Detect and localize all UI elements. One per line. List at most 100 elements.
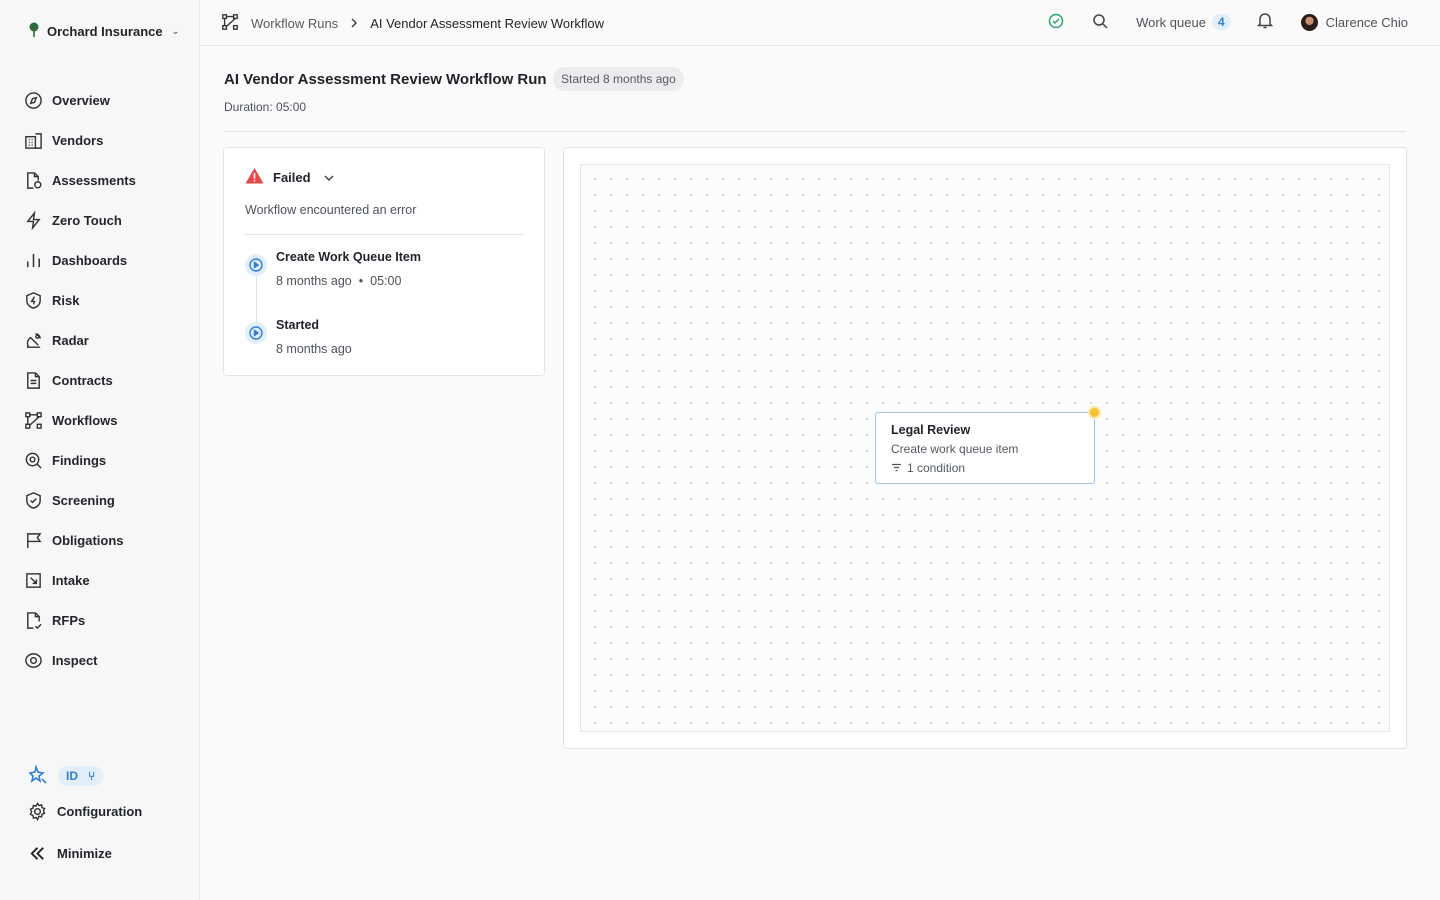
- bolt-icon: [26, 210, 41, 230]
- timeline-item-time: 8 months ago: [276, 274, 352, 288]
- sidebar-item-label: Vendors: [52, 132, 104, 148]
- filter-icon: [891, 461, 902, 475]
- configuration-label: Configuration: [57, 803, 143, 819]
- run-status-card: Failed Workflow encountered an error Cre…: [223, 147, 545, 376]
- timeline-item-time: 8 months ago: [276, 342, 352, 356]
- node-title: Legal Review: [891, 423, 971, 437]
- timeline-item-meta: 8 months ago • 05:00: [276, 274, 401, 288]
- breadcrumb-workflow-runs[interactable]: Workflow Runs: [251, 16, 338, 31]
- id-badge[interactable]: ID ⑂: [58, 766, 104, 786]
- sparkle-icon[interactable]: [28, 763, 48, 788]
- sidebar-item-label: Overview: [52, 92, 110, 108]
- sidebar-item-label: Workflows: [52, 412, 118, 428]
- work-queue-label: Work queue: [1136, 14, 1206, 30]
- sidebar-item-risk[interactable]: Risk: [24, 280, 184, 320]
- top-actions: Work queue 4 Clarence Chio: [1048, 12, 1408, 32]
- chevron-down-icon: ⌄: [171, 26, 180, 36]
- sidebar-item-rfps[interactable]: RFPs: [24, 600, 184, 640]
- sidebar-item-findings[interactable]: Findings: [24, 440, 184, 480]
- status-label: Failed: [273, 169, 311, 185]
- sidebar-item-radar[interactable]: Radar: [24, 320, 184, 360]
- branch-icon: ⑂: [88, 769, 96, 783]
- node-condition: 1 condition: [891, 461, 965, 475]
- sidebar-item-label: Inspect: [52, 652, 98, 668]
- configuration-button[interactable]: Configuration: [28, 790, 188, 832]
- timeline-item-title: Create Work Queue Item: [276, 250, 421, 264]
- node-condition-label: 1 condition: [907, 461, 966, 475]
- id-badge-label: ID: [66, 769, 78, 783]
- shield-bolt-icon: [26, 291, 41, 309]
- top-bar: Workflow Runs AI Vendor Assessment Revie…: [200, 0, 1440, 46]
- sidebar-item-screening[interactable]: Screening: [24, 480, 184, 520]
- timeline-item-duration: 05:00: [370, 274, 402, 288]
- doc-check-icon: [27, 611, 42, 629]
- bell-icon[interactable]: [1256, 12, 1273, 32]
- node-status-handle[interactable]: [1088, 406, 1101, 419]
- work-queue-count: 4: [1211, 14, 1231, 30]
- sidebar-item-label: Obligations: [52, 532, 124, 548]
- page-title: AI Vendor Assessment Review Workflow Run: [224, 71, 547, 88]
- sidebar-item-label: Dashboards: [52, 252, 128, 268]
- eye-icon: [25, 652, 42, 668]
- sidebar-item-obligations[interactable]: Obligations: [24, 520, 184, 560]
- workflow-icon: [25, 411, 42, 429]
- sidebar-item-intake[interactable]: Intake: [24, 560, 184, 600]
- play-circle-icon: [245, 322, 267, 344]
- double-chevron-left-icon: [30, 846, 44, 860]
- flag-icon: [27, 532, 42, 548]
- sidebar-item-overview[interactable]: Overview: [24, 80, 184, 120]
- search-doc-icon: [25, 452, 42, 469]
- chevron-right-icon: [350, 17, 358, 31]
- id-row: ID ⑂: [28, 762, 188, 790]
- header-divider: [224, 131, 1406, 132]
- workflow-canvas[interactable]: Legal Review Create work queue item 1 co…: [580, 164, 1390, 732]
- sidebar-item-assessments[interactable]: Assessments: [24, 160, 184, 200]
- search-icon[interactable]: [1092, 13, 1108, 32]
- sidebar-item-workflows[interactable]: Workflows: [24, 400, 184, 440]
- sidebar-item-contracts[interactable]: Contracts: [24, 360, 184, 400]
- workflow-icon: [221, 13, 239, 34]
- status-divider: [244, 234, 524, 235]
- workflow-canvas-panel: Legal Review Create work queue item 1 co…: [563, 147, 1407, 749]
- status-dropdown[interactable]: Failed: [245, 167, 334, 187]
- org-name: Orchard Insurance: [47, 24, 163, 39]
- breadcrumb: Workflow Runs AI Vendor Assessment Revie…: [221, 13, 604, 34]
- sidebar-item-label: Contracts: [52, 372, 113, 388]
- sidebar-item-label: Assessments: [52, 172, 136, 188]
- bar-chart-icon: [27, 253, 40, 267]
- sidebar-item-label: Intake: [52, 572, 90, 588]
- sidebar-item-vendors[interactable]: Vendors: [24, 120, 184, 160]
- sidebar-item-inspect[interactable]: Inspect: [24, 640, 184, 680]
- sidebar: Orchard Insurance ⌄ Overview Vendors Ass…: [0, 0, 200, 900]
- sidebar-item-label: Screening: [52, 492, 115, 508]
- building-icon: [25, 132, 42, 149]
- user-menu[interactable]: Clarence Chio: [1300, 13, 1408, 31]
- sidebar-item-dashboards[interactable]: Dashboards: [24, 240, 184, 280]
- file-check-icon: [27, 171, 42, 189]
- check-circle-icon[interactable]: [1048, 13, 1064, 32]
- minimize-button[interactable]: Minimize: [28, 832, 188, 874]
- gear-icon: [29, 801, 46, 821]
- minimize-label: Minimize: [57, 845, 112, 861]
- timeline-connector: [256, 272, 257, 328]
- sidebar-item-label: Zero Touch: [52, 212, 122, 228]
- started-badge: Started 8 months ago: [553, 67, 684, 91]
- sidebar-item-label: Risk: [52, 292, 80, 308]
- user-name: Clarence Chio: [1325, 14, 1408, 30]
- inbox-arrow-icon: [26, 572, 41, 588]
- avatar: [1300, 13, 1318, 31]
- sidebar-item-label: RFPs: [52, 612, 86, 628]
- compass-icon: [25, 91, 42, 109]
- breadcrumb-current: AI Vendor Assessment Review Workflow: [370, 16, 605, 31]
- sidebar-bottom: ID ⑂ Configuration Minimize: [28, 762, 188, 874]
- tree-icon: [28, 22, 40, 41]
- work-queue-button[interactable]: Work queue 4: [1136, 14, 1231, 30]
- separator-dot: •: [358, 274, 364, 288]
- org-switcher[interactable]: Orchard Insurance ⌄: [28, 22, 179, 41]
- shield-check-icon: [26, 491, 41, 509]
- workflow-node-legal-review[interactable]: Legal Review Create work queue item 1 co…: [875, 406, 1101, 484]
- chevron-down-icon: [324, 170, 334, 185]
- sidebar-item-zero-touch[interactable]: Zero Touch: [24, 200, 184, 240]
- warning-triangle-icon: [245, 167, 264, 187]
- sidebar-item-label: Findings: [52, 452, 107, 468]
